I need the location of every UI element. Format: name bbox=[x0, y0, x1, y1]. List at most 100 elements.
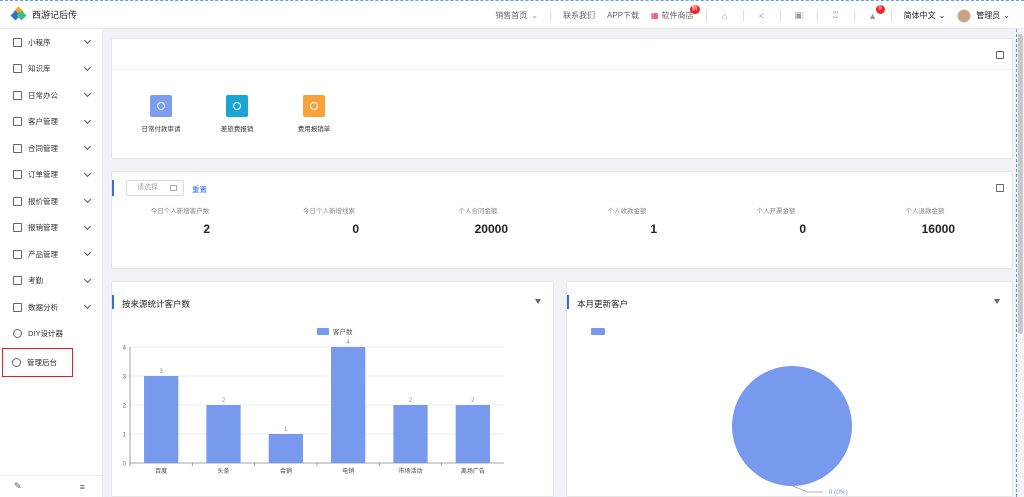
product-icon bbox=[13, 249, 22, 259]
chevron-down-icon: ⌄ bbox=[1003, 11, 1010, 20]
calendar-icon[interactable]: ▣ bbox=[793, 10, 805, 22]
chevron-down-icon bbox=[83, 301, 92, 310]
quick-app[interactable]: 费用报销单 bbox=[284, 95, 344, 133]
scrollbar[interactable] bbox=[1017, 29, 1024, 497]
contract-icon bbox=[13, 143, 22, 153]
divider bbox=[779, 9, 781, 22]
bar[interactable] bbox=[331, 347, 366, 463]
settings-icon bbox=[12, 357, 21, 367]
edit-icon[interactable] bbox=[996, 51, 1004, 59]
sidebar-item-label: 日常办公 bbox=[28, 90, 58, 100]
x-tick-label: 会销 bbox=[280, 467, 292, 475]
book-icon bbox=[13, 64, 22, 74]
x-tick-label: 百度 bbox=[155, 467, 167, 475]
sales-home-dropdown[interactable]: 销售首页 ⌄ bbox=[495, 10, 538, 21]
pie-slice-label: : 0 (0%) bbox=[825, 489, 848, 496]
chevron-down-icon: ⌄ bbox=[531, 11, 539, 20]
filter-icon[interactable] bbox=[994, 299, 1000, 304]
quick-app[interactable]: 差旅费报销 bbox=[207, 95, 267, 133]
stat-label: 今日个人新增线索 bbox=[303, 208, 355, 215]
legend-label: 客户数 bbox=[333, 327, 353, 336]
divider bbox=[742, 9, 744, 22]
user-menu[interactable]: 管理员 ⌄ bbox=[957, 8, 1010, 23]
chevron-down-icon bbox=[83, 169, 92, 177]
sidebar-item[interactable]: 报销管理 bbox=[0, 215, 102, 242]
divider bbox=[112, 69, 1012, 70]
scrollbar-thumb[interactable] bbox=[1018, 34, 1023, 334]
grid-icon bbox=[13, 37, 22, 47]
briefcase-icon bbox=[13, 90, 22, 100]
contact-link[interactable]: 联系我们 bbox=[563, 10, 595, 21]
app-logo[interactable]: 西游记后传 bbox=[10, 6, 172, 22]
share-icon[interactable]: < bbox=[756, 10, 768, 22]
stat-item: 个人合同金额 20000 bbox=[418, 205, 538, 236]
sales-home-label: 销售首页 bbox=[495, 11, 528, 20]
divider bbox=[816, 9, 818, 22]
date-picker[interactable]: 请选择 bbox=[126, 180, 184, 196]
order-icon bbox=[13, 170, 22, 180]
sidebar-item-label: 小程序 bbox=[28, 37, 51, 47]
sidebar-item[interactable]: 日常办公 bbox=[0, 82, 102, 109]
filter-icon[interactable] bbox=[535, 299, 541, 304]
sidebar-item[interactable]: 订单管理 bbox=[0, 162, 102, 189]
reset-button[interactable]: 重置 bbox=[192, 184, 207, 195]
language-dropdown[interactable]: 简体中文 ⌄ bbox=[904, 10, 946, 21]
section-accent bbox=[112, 295, 114, 309]
chart-title: 本月更新客户 bbox=[577, 299, 629, 309]
top-nav: 销售首页 ⌄ 联系我们 APP下载 ▦ 软件商店 新 ⌂ < ▣ ♖ ▲ 9 简体… bbox=[495, 1, 1024, 30]
bar[interactable] bbox=[144, 376, 179, 463]
bar[interactable] bbox=[455, 405, 490, 463]
avatar bbox=[957, 8, 972, 23]
bell-icon[interactable]: ▲ 9 bbox=[867, 4, 885, 22]
bar-value-label: 2 bbox=[409, 398, 413, 404]
collapse-menu-icon[interactable]: ≡ bbox=[80, 482, 85, 492]
sidebar-item[interactable]: 报价管理 bbox=[0, 188, 102, 215]
sidebar-item[interactable]: DIY设计器 bbox=[0, 321, 102, 348]
quick-app[interactable]: 日常付款审请 bbox=[131, 95, 191, 133]
reimburse-icon bbox=[13, 223, 22, 233]
shirt-icon[interactable]: ♖ bbox=[830, 10, 842, 22]
bar[interactable] bbox=[206, 405, 241, 463]
software-store-label: 软件商店 bbox=[661, 11, 694, 20]
app-tile-icon bbox=[226, 95, 248, 117]
legend-swatch bbox=[317, 328, 329, 335]
bar[interactable] bbox=[268, 434, 303, 463]
software-store-link[interactable]: ▦ 软件商店 新 bbox=[651, 5, 700, 21]
quick-app-label: 日常付款审请 bbox=[141, 126, 181, 133]
chevron-down-icon bbox=[83, 248, 92, 257]
bar-chart: 客户数 0 1 2 3 4 3 百度 2 头条 1 会销 4 电销 2 市场活动 2 离场广告 bbox=[123, 327, 504, 475]
top-bar: 西游记后传 销售首页 ⌄ 联系我们 APP下载 ▦ 软件商店 新 ⌂ < ▣ ♖… bbox=[0, 0, 1024, 29]
sidebar-item[interactable]: 管理后台 bbox=[2, 348, 73, 377]
sidebar-item[interactable]: 知识库 bbox=[0, 56, 102, 83]
divider bbox=[705, 9, 707, 22]
home-icon[interactable]: ⌂ bbox=[719, 10, 731, 22]
user-name: 管理员 bbox=[976, 11, 1001, 20]
sidebar-item[interactable]: 考勤 bbox=[0, 268, 102, 295]
edit-icon[interactable]: ✎ bbox=[14, 481, 22, 492]
store-new-badge: 新 bbox=[689, 5, 700, 14]
bar[interactable] bbox=[393, 405, 428, 463]
sidebar-item[interactable]: 小程序 bbox=[0, 29, 102, 56]
chart-title: 按来源统计客户数 bbox=[122, 299, 191, 309]
x-tick-label: 市场活动 bbox=[398, 467, 422, 475]
sidebar-item[interactable]: 客户管理 bbox=[0, 109, 102, 136]
stat-value: 16000 bbox=[921, 222, 955, 236]
sidebar-item[interactable]: 合同管理 bbox=[0, 135, 102, 162]
stat-value: 0 bbox=[352, 222, 359, 236]
sidebar-item[interactable]: 产品管理 bbox=[0, 241, 102, 268]
chevron-down-icon bbox=[83, 275, 92, 283]
customer-icon bbox=[13, 117, 22, 127]
edit-icon[interactable] bbox=[996, 184, 1004, 192]
app-download-link[interactable]: APP下载 bbox=[607, 10, 639, 21]
bar-value-label: 2 bbox=[471, 398, 475, 404]
stat-item: 个人收款金额 1 bbox=[567, 205, 687, 236]
stat-value: 20000 bbox=[474, 222, 508, 236]
logo-icon bbox=[10, 6, 27, 22]
sidebar-item[interactable]: 数据分析 bbox=[0, 294, 102, 321]
app-tile-icon bbox=[150, 95, 172, 117]
pie-slice[interactable] bbox=[732, 366, 852, 486]
bar-value-label: 1 bbox=[284, 427, 288, 433]
pie-chart: : 0 (0%) bbox=[591, 328, 852, 496]
sidebar-item-label: 知识库 bbox=[28, 64, 51, 74]
section-accent bbox=[112, 180, 114, 196]
